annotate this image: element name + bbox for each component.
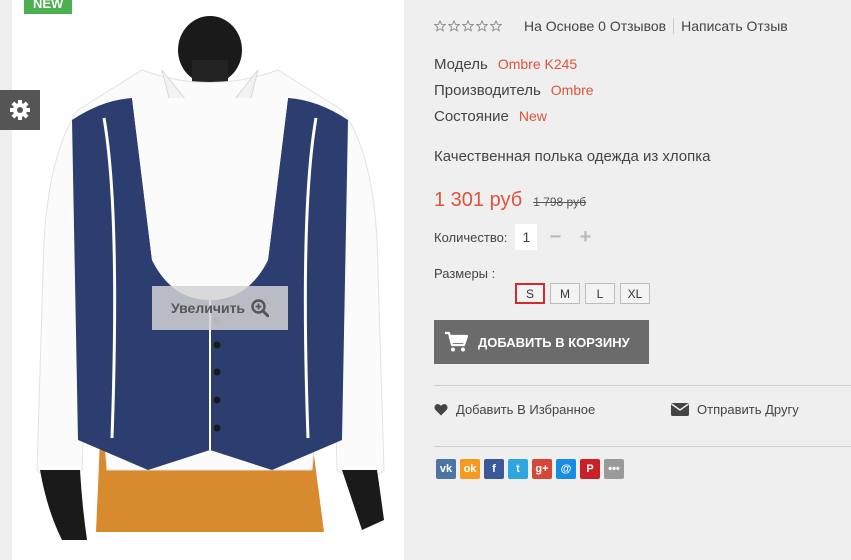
spec-manufacturer-value[interactable]: Ombre [551, 82, 594, 98]
gear-icon [10, 100, 30, 120]
send-to-friend-label: Отправить Другу [697, 402, 799, 417]
current-price: 1 301 руб [434, 189, 523, 211]
size-option-l[interactable]: L [585, 283, 615, 304]
share-pinterest-icon[interactable]: P [580, 459, 600, 479]
star-icon [490, 20, 502, 32]
spec-manufacturer-label: Производитель [434, 82, 541, 99]
product-description: Качественная полька одежда из хлопка [434, 148, 711, 165]
star-icon [462, 20, 474, 32]
reviews-link[interactable]: На Основе 0 Отзывов [524, 18, 666, 34]
quantity-stepper: Количество: 1 − + [434, 224, 597, 250]
spec-model-value[interactable]: Ombre K245 [498, 56, 577, 72]
share-mail-ru-icon[interactable]: @ [556, 459, 576, 479]
add-to-wishlist-link[interactable]: Добавить В Избранное [434, 402, 595, 417]
share-more-icon[interactable]: ••• [604, 459, 624, 479]
size-option-s[interactable]: S [515, 283, 545, 304]
write-review-link[interactable]: Написать Отзыв [681, 18, 788, 34]
price-row: 1 301 руб 1 798 руб [434, 189, 586, 212]
quantity-minus-button[interactable]: − [543, 224, 567, 250]
product-image-panel[interactable]: NEW Увеличить [12, 0, 404, 560]
share-google-plus-icon[interactable]: g+ [532, 459, 552, 479]
divider [434, 446, 851, 447]
star-icon [434, 20, 446, 32]
zoom-label: Увеличить [170, 300, 246, 316]
quantity-label: Количество: [434, 229, 508, 245]
share-facebook-icon[interactable]: f [484, 459, 504, 479]
add-to-cart-label: ДОБАВИТЬ В КОРЗИНУ [478, 334, 630, 350]
share-buttons: vk ok f t g+ @ P ••• [436, 459, 624, 479]
send-to-friend-link[interactable]: Отправить Другу [671, 402, 799, 417]
new-badge: NEW [24, 0, 73, 14]
share-twitter-icon[interactable]: t [508, 459, 528, 479]
heart-icon [434, 404, 448, 416]
quantity-plus-button[interactable]: + [573, 224, 597, 250]
zoom-button[interactable]: Увеличить [152, 286, 288, 330]
size-options: S M L XL [515, 283, 650, 304]
spec-condition: Состояние New [434, 108, 547, 125]
add-to-cart-button[interactable]: ДОБАВИТЬ В КОРЗИНУ [434, 320, 649, 364]
magnifier-plus-icon [251, 299, 270, 317]
size-option-m[interactable]: M [550, 283, 580, 304]
old-price: 1 798 руб [533, 195, 587, 209]
rating-stars [434, 20, 502, 32]
rating-row: На Основе 0 Отзывов Написать Отзыв [434, 18, 788, 34]
divider [434, 385, 851, 386]
spec-model: Модель Ombre K245 [434, 56, 577, 73]
spec-condition-label: Состояние [434, 108, 509, 125]
settings-button[interactable] [0, 90, 40, 130]
cart-icon [445, 331, 468, 352]
quantity-input[interactable]: 1 [515, 224, 538, 250]
share-vkontakte-icon[interactable]: vk [436, 459, 456, 479]
star-icon [448, 20, 460, 32]
spec-manufacturer: Производитель Ombre [434, 82, 594, 99]
sizes-label: Размеры : [434, 266, 496, 281]
add-to-wishlist-label: Добавить В Избранное [456, 402, 596, 417]
share-odnoklassniki-icon[interactable]: ok [460, 459, 480, 479]
product-photo[interactable] [12, 0, 404, 560]
envelope-icon [671, 403, 689, 416]
star-icon [476, 20, 488, 32]
spec-condition-value: New [518, 108, 547, 124]
rating-divider [673, 18, 675, 34]
size-option-xl[interactable]: XL [620, 283, 650, 304]
spec-model-label: Модель [434, 56, 488, 73]
